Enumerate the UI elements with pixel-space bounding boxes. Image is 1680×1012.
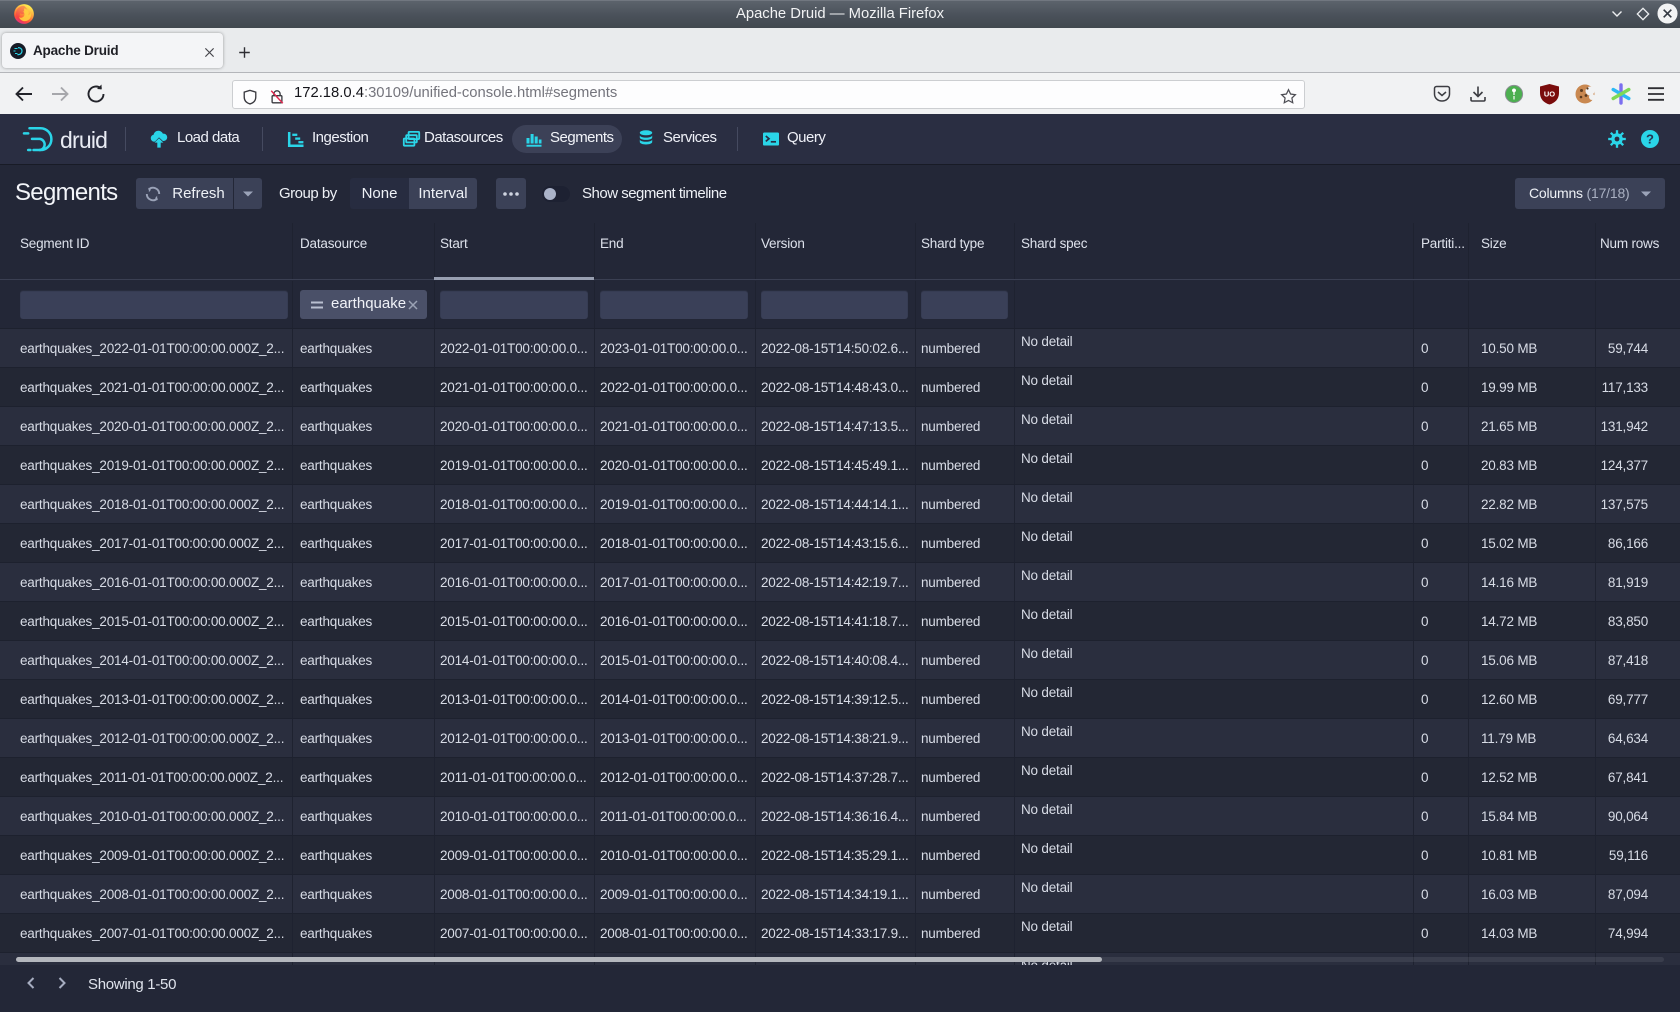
- svg-text:?: ?: [1646, 131, 1654, 146]
- svg-text:UO: UO: [1544, 90, 1555, 99]
